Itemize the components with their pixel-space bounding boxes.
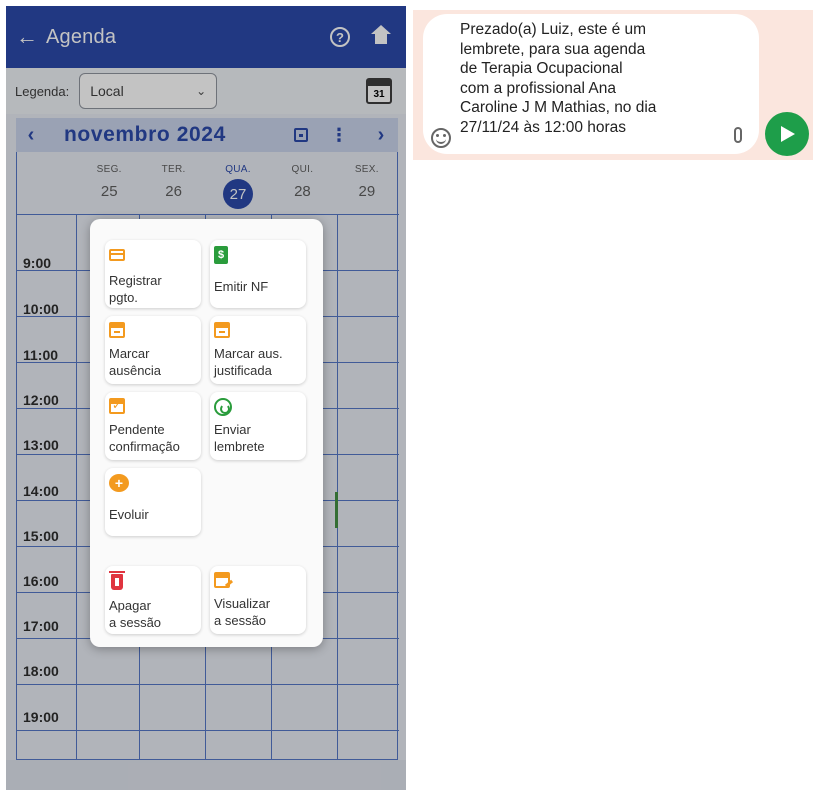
- pending-confirmation-label: Pendente confirmação: [109, 422, 180, 454]
- calendar-edit-icon: [214, 572, 230, 588]
- payment-card-icon: [109, 249, 125, 261]
- register-payment-button[interactable]: Registrar pgto.: [105, 240, 201, 308]
- delete-session-label: Apagar a sessão: [109, 598, 162, 630]
- whatsapp-icon: [214, 398, 232, 416]
- delete-session-button[interactable]: Apagar a sessão: [105, 566, 201, 634]
- whatsapp-compose-area: Prezado(a) Luiz, este é um lembrete, par…: [413, 10, 813, 160]
- emoji-icon[interactable]: [431, 128, 451, 148]
- message-input[interactable]: Prezado(a) Luiz, este é um lembrete, par…: [423, 14, 759, 154]
- session-actions-menu: Registrar pgto. $ Emitir NF Marcar ausên…: [90, 219, 323, 647]
- mark-absence-label: Marcar ausência: [109, 346, 162, 378]
- view-session-button[interactable]: Visualizar a sessão: [210, 566, 306, 634]
- trash-icon: [109, 571, 125, 590]
- evolve-label: Evoluir: [109, 507, 149, 522]
- send-reminder-label: Enviar lembrete: [214, 422, 265, 454]
- pending-confirmation-button[interactable]: Pendente confirmação: [105, 392, 201, 460]
- mark-justified-absence-button[interactable]: Marcar aus. justificada: [210, 316, 306, 384]
- checkbox-checked-icon: [109, 398, 125, 414]
- issue-invoice-label: Emitir NF: [214, 279, 269, 294]
- invoice-document-icon: $: [214, 246, 228, 264]
- attach-clip-icon[interactable]: [734, 127, 742, 143]
- phone-screen: ← Agenda ? Legenda: Local ⌄ 31 ‹ novembr…: [6, 6, 406, 790]
- calendar-minus-icon: [214, 322, 230, 338]
- view-session-label: Visualizar a sessão: [214, 596, 271, 628]
- issue-invoice-button[interactable]: $ Emitir NF: [210, 240, 306, 308]
- send-reminder-button[interactable]: Enviar lembrete: [210, 392, 306, 460]
- register-payment-label: Registrar pgto.: [109, 273, 162, 305]
- calendar-badge: 31: [373, 89, 385, 100]
- add-comment-icon: +: [109, 474, 129, 492]
- mark-absence-button[interactable]: Marcar ausência: [105, 316, 201, 384]
- message-text: Prezado(a) Luiz, este é um lembrete, par…: [460, 21, 657, 136]
- evolve-button[interactable]: + Evoluir: [105, 468, 201, 536]
- calendar-minus-icon: [109, 322, 125, 338]
- mark-justified-absence-label: Marcar aus. justificada: [214, 346, 283, 378]
- send-button[interactable]: [765, 112, 809, 156]
